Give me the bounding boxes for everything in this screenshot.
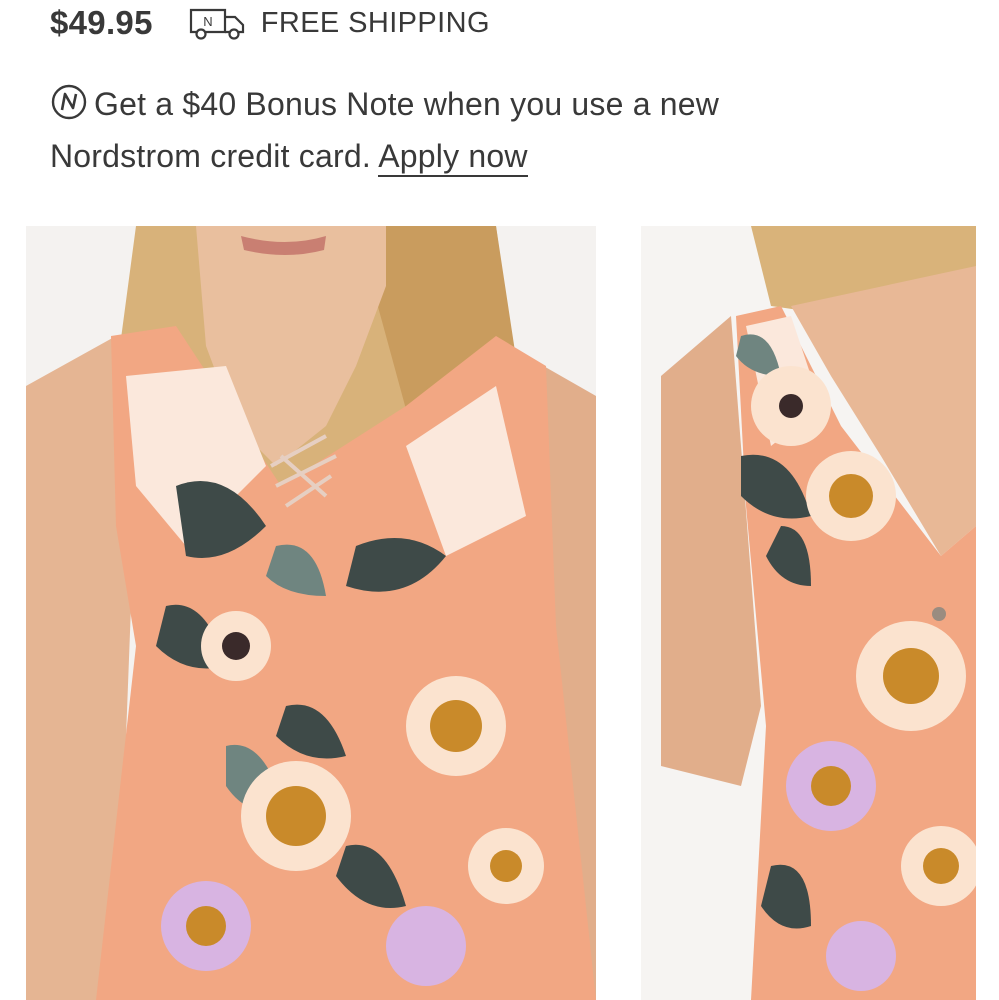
bonus-note-promo: Get a $40 Bonus Note when you use a new …	[50, 78, 810, 182]
product-photo-front[interactable]	[26, 226, 596, 1000]
price-row: $49.95 N FREE SHIPPING	[50, 0, 490, 46]
front-view-image	[26, 226, 596, 1000]
apply-now-link[interactable]: Apply now	[378, 138, 528, 177]
nordstrom-note-icon	[51, 84, 87, 120]
product-price: $49.95	[50, 4, 153, 41]
free-shipping-label: FREE SHIPPING	[260, 6, 490, 39]
free-shipping: N FREE SHIPPING	[189, 6, 490, 40]
product-photo-back[interactable]	[641, 226, 976, 1000]
svg-text:N: N	[203, 14, 212, 29]
back-view-image	[641, 226, 976, 1000]
truck-icon: N	[189, 8, 244, 40]
